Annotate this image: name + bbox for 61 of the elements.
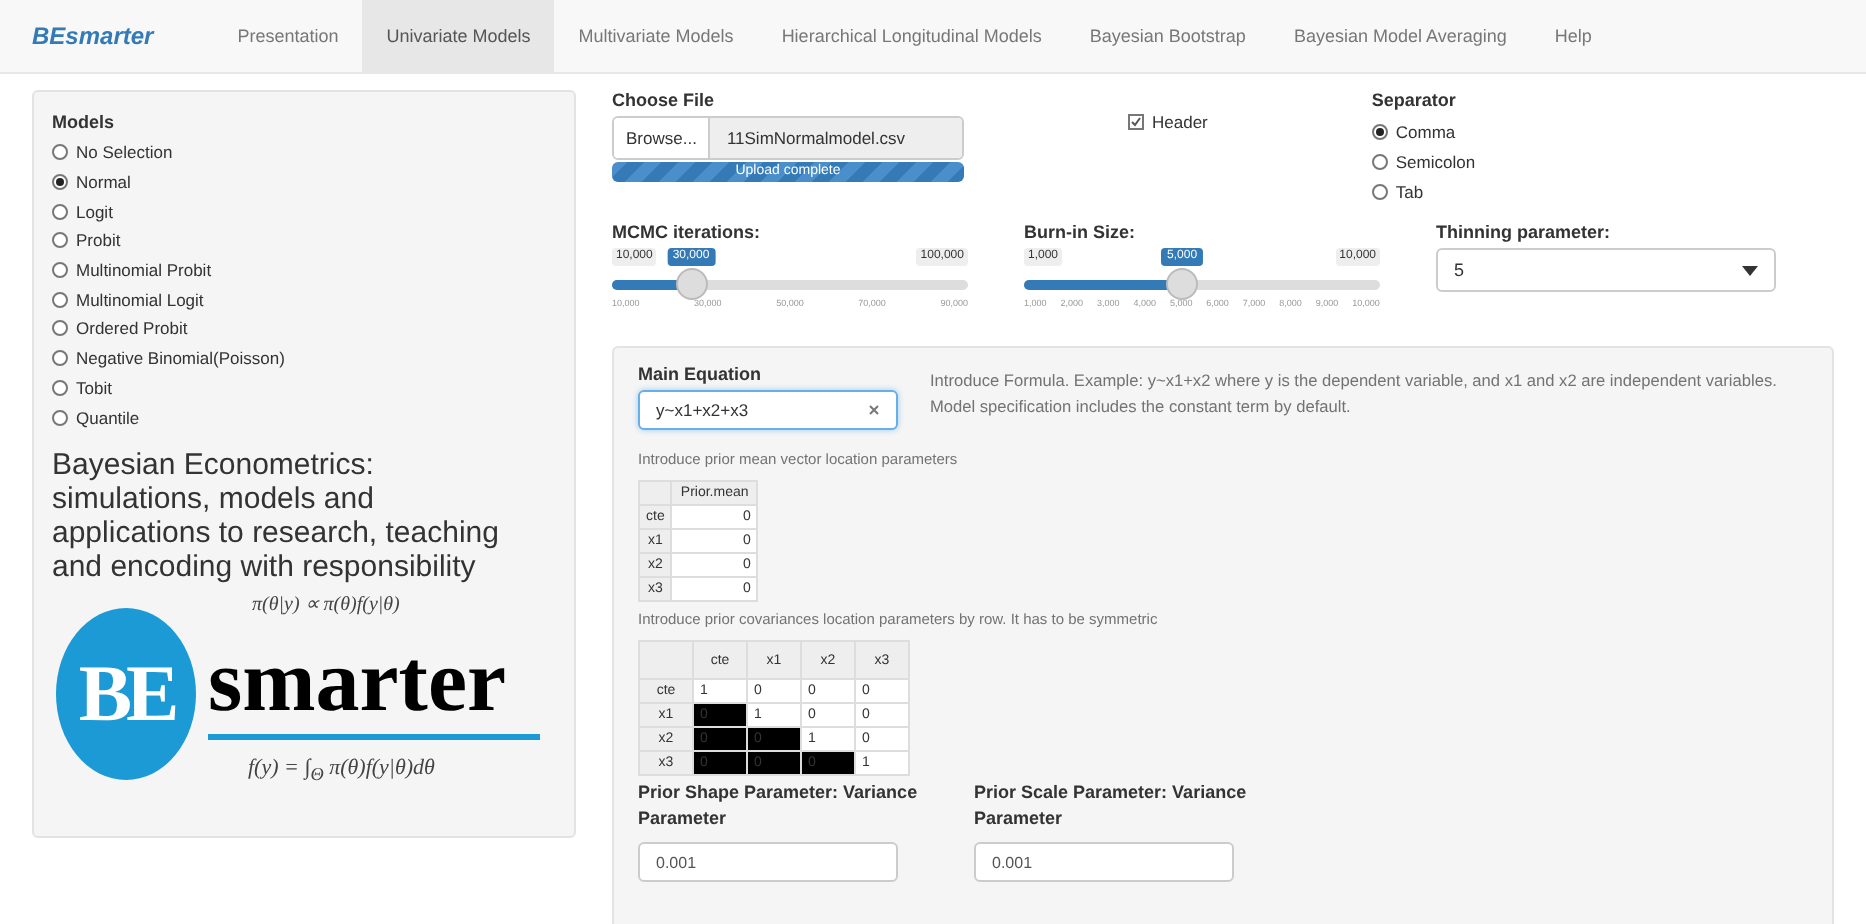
radio-label: Comma bbox=[1395, 121, 1456, 141]
logo-badge: BE bbox=[56, 607, 196, 780]
prior-input-field[interactable]: 0.001 bbox=[638, 842, 898, 882]
radio-button[interactable] bbox=[52, 320, 68, 337]
radio-label: Negative Binomial(Poisson) bbox=[76, 348, 285, 369]
nav-tab[interactable]: Bayesian Model Averaging bbox=[1269, 0, 1531, 72]
radio-button[interactable] bbox=[1371, 123, 1388, 139]
logo-wordmark: smarter bbox=[208, 631, 507, 732]
equation-field[interactable]: y~x1+x2+x3 bbox=[638, 390, 898, 430]
thinning-label: Thinning parameter: bbox=[1436, 222, 1613, 242]
nav-tab[interactable]: Hierarchical Longitudinal Models bbox=[757, 0, 1066, 72]
radio-label: Semicolon bbox=[1395, 151, 1476, 171]
slider-handle[interactable] bbox=[1166, 268, 1199, 300]
formula: π(θ|y) ∝ π(θ)f(y|θ) bbox=[252, 591, 400, 616]
radio-label: Quantile bbox=[76, 407, 140, 428]
radio-label: Tab bbox=[1395, 181, 1424, 201]
radio-label: Multinomial Probit bbox=[76, 260, 212, 281]
radio-label: Tobit bbox=[76, 377, 112, 398]
radio-label: Ordered Probit bbox=[76, 318, 188, 339]
radio-button[interactable] bbox=[1371, 153, 1388, 169]
radio-label: Multinomial Logit bbox=[76, 289, 204, 310]
separator-label: Separator bbox=[1371, 90, 1458, 110]
corner-cell bbox=[639, 481, 672, 505]
caret-icon bbox=[1742, 265, 1758, 275]
radio-button[interactable] bbox=[52, 174, 68, 191]
radio-button[interactable] bbox=[52, 379, 68, 396]
help-text: Introduce Formula. Example: y~x1+x2 where y is the dependent variable, and x1 and x2 are independent variables. Model specification includes the constant term by default. bbox=[930, 368, 1779, 420]
checkbox-label: Header bbox=[1152, 112, 1208, 132]
radio-button[interactable] bbox=[52, 262, 68, 279]
nav-tab[interactable]: Bayesian Bootstrap bbox=[1065, 0, 1270, 72]
file-label: Choose File bbox=[612, 90, 717, 110]
brand-title[interactable]: BEsmarter bbox=[32, 22, 154, 50]
nav-tab[interactable]: Multivariate Models bbox=[554, 0, 758, 72]
nav-tab[interactable]: Help bbox=[1530, 0, 1616, 72]
headline: Bayesian Econometrics: simulations, models and applications to research, teaching and encoding with responsibility bbox=[52, 447, 501, 584]
models-label: Models bbox=[52, 112, 117, 132]
nav-tab[interactable]: Presentation bbox=[213, 0, 363, 72]
prior-label: Prior Scale Parameter: Variance Parameter bbox=[974, 780, 1249, 832]
radio-button[interactable] bbox=[52, 232, 68, 249]
slider-handle[interactable] bbox=[675, 268, 708, 300]
slider-label: MCMC iterations: bbox=[612, 222, 762, 242]
radio-button[interactable] bbox=[52, 203, 68, 220]
radio-button[interactable] bbox=[1371, 183, 1388, 199]
clear-icon[interactable] bbox=[868, 404, 880, 416]
prior-label: Prior Shape Parameter: Variance Parameter bbox=[638, 780, 920, 832]
radio-button[interactable] bbox=[52, 144, 68, 161]
nav-tab[interactable]: Univariate Models bbox=[362, 0, 555, 72]
radio-label: Normal bbox=[76, 172, 131, 193]
corner-cell bbox=[639, 641, 693, 679]
radio-label: Probit bbox=[76, 230, 121, 251]
radio-button[interactable] bbox=[52, 350, 68, 367]
equation-label: Main Equation bbox=[638, 364, 763, 384]
thinning-select[interactable]: 5 bbox=[1436, 248, 1776, 292]
radio-label: No Selection bbox=[76, 142, 173, 163]
radio-label: Logit bbox=[76, 201, 113, 222]
radio-button[interactable] bbox=[52, 291, 68, 308]
header-checkbox[interactable] bbox=[1128, 114, 1144, 130]
formula: f(y) = ∫$_{Θ}$ π(θ)f(y|θ)dθ bbox=[248, 755, 435, 785]
radio-button[interactable] bbox=[52, 409, 68, 426]
prior-input-field[interactable]: 0.001 bbox=[974, 842, 1234, 882]
slider-label: Burn-in Size: bbox=[1024, 222, 1137, 242]
